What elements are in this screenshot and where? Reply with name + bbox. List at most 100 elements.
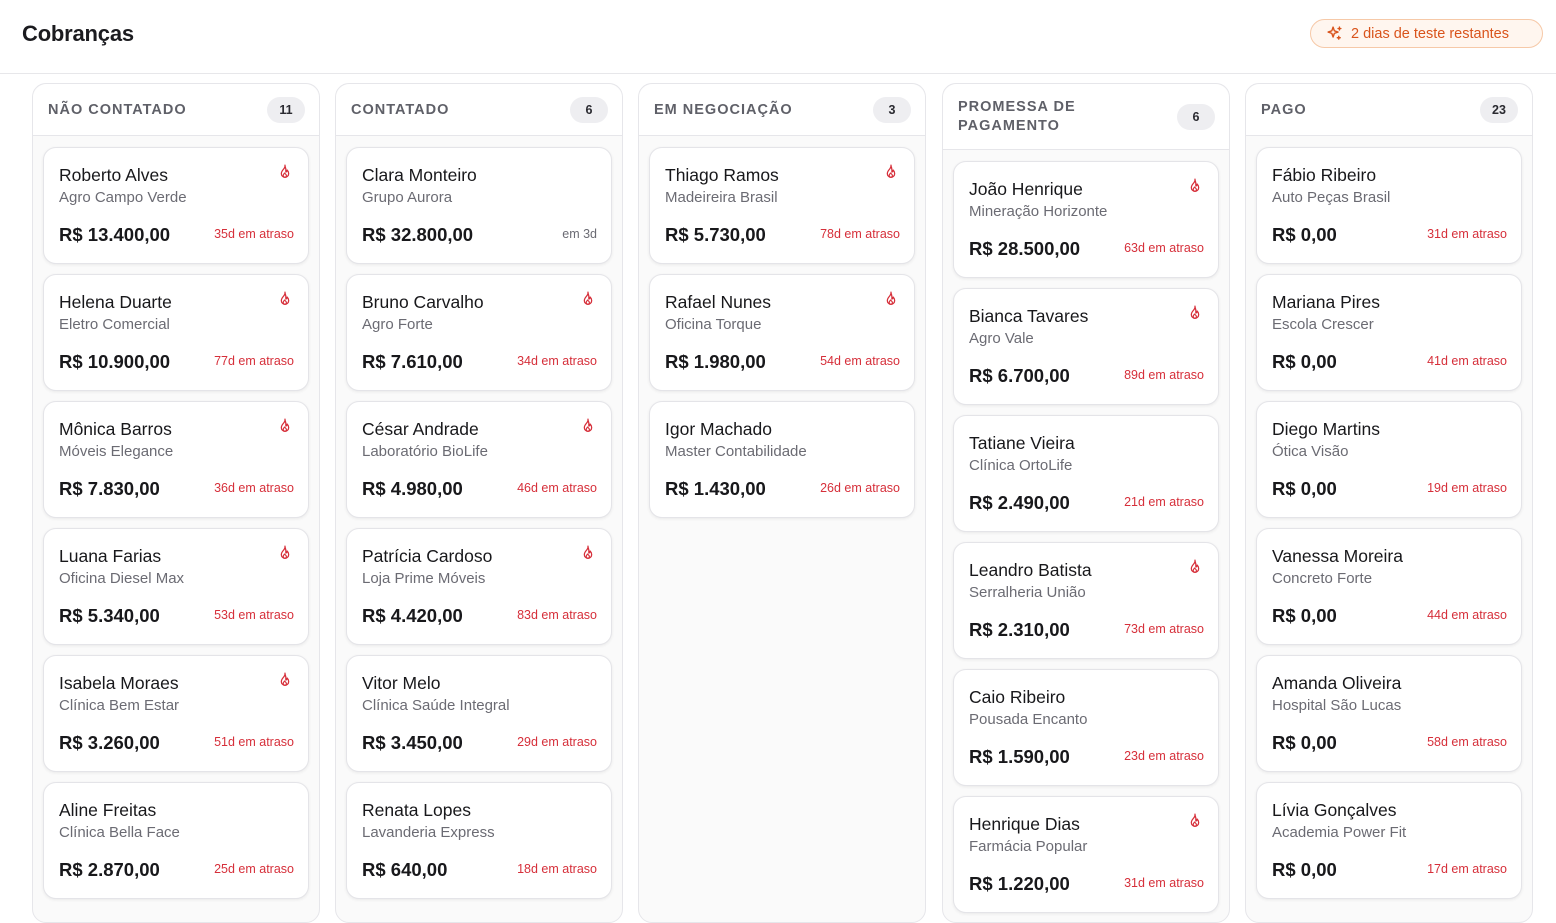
due-status: 35d em atraso	[214, 227, 294, 241]
amount-due: R$ 13.400,00	[59, 224, 171, 245]
company-name: Eletro Comercial	[59, 316, 170, 333]
amount-due: R$ 4.420,00	[362, 605, 463, 626]
company-name: Farmácia Popular	[969, 838, 1088, 855]
debt-card[interactable]: Rafael Nunes Oficina Torque R$ 1.980,00 54d…	[649, 274, 915, 391]
client-name: Fábio Ribeiro	[1272, 165, 1377, 185]
debt-card[interactable]: Helena Duarte Eletro Comercial R$ 10.900,0…	[43, 274, 309, 391]
debt-card[interactable]: Aline Freitas Clínica Bella Face R$ 2.870,…	[43, 782, 309, 899]
top-bar: Cobranças 2 dias de teste restantes	[0, 0, 1556, 74]
column-title: CONTATADO	[351, 102, 450, 118]
company-name: Clínica Bella Face	[59, 824, 180, 841]
debt-card[interactable]: Thiago Ramos Madeireira Brasil R$ 5.730,00…	[649, 147, 915, 264]
client-name: Henrique Dias	[969, 814, 1080, 834]
debt-card[interactable]: Leandro Batista Serralheria União R$ 2.310…	[953, 542, 1219, 659]
column-count-badge: 6	[1177, 104, 1215, 130]
due-status: 17d em atraso	[1427, 862, 1507, 876]
due-status: 53d em atraso	[214, 608, 294, 622]
company-name: Academia Power Fit	[1272, 824, 1407, 841]
client-name: Patrícia Cardoso	[362, 546, 493, 566]
debt-card[interactable]: Isabela Moraes Clínica Bem Estar R$ 3.260,…	[43, 655, 309, 772]
due-status: 23d em atraso	[1124, 749, 1204, 763]
due-status: 25d em atraso	[214, 862, 294, 876]
trial-badge[interactable]: 2 dias de teste restantes	[1310, 19, 1543, 48]
client-name: Vanessa Moreira	[1272, 546, 1403, 566]
debt-card[interactable]: Bruno Carvalho Agro Forte R$ 7.610,00 34d e…	[346, 274, 612, 391]
column-title: PAGO	[1261, 102, 1307, 118]
fire-icon	[280, 672, 290, 686]
debt-card[interactable]: Amanda Oliveira Hospital São Lucas R$ 0,00…	[1256, 655, 1522, 772]
debt-card[interactable]: Bianca Tavares Agro Vale R$ 6.700,00 89d em…	[953, 288, 1219, 405]
fire-icon	[280, 291, 290, 305]
column-count-badge: 23	[1480, 97, 1518, 123]
debt-card[interactable]: Clara Monteiro Grupo Aurora R$ 32.800,00 em…	[346, 147, 612, 264]
debt-card[interactable]: Caio Ribeiro Pousada Encanto R$ 1.590,00 23…	[953, 669, 1219, 786]
debt-card[interactable]: Mônica Barros Móveis Elegance R$ 7.830,00 3…	[43, 401, 309, 518]
column-header: PROMESSA DE PAGAMENTO 6	[943, 84, 1229, 150]
debt-card[interactable]: César Andrade Laboratório BioLife R$ 4.980…	[346, 401, 612, 518]
debt-card[interactable]: Mariana Pires Escola Crescer R$ 0,00 41d em…	[1256, 274, 1522, 391]
due-status: 34d em atraso	[517, 354, 597, 368]
client-name: Renata Lopes	[362, 800, 471, 820]
client-name: Thiago Ramos	[665, 165, 779, 185]
debt-card[interactable]: Patrícia Cardoso Loja Prime Móveis R$ 4.42…	[346, 528, 612, 645]
fire-icon	[886, 291, 896, 305]
debt-card[interactable]: Diego Martins Ótica Visão R$ 0,00 19d em at…	[1256, 401, 1522, 518]
client-name: Rafael Nunes	[665, 292, 772, 312]
client-name: Diego Martins	[1272, 419, 1380, 439]
client-name: Leandro Batista	[969, 560, 1092, 580]
company-name: Master Contabilidade	[665, 443, 807, 460]
client-name: Mônica Barros	[59, 419, 172, 439]
due-status: em 3d	[562, 227, 597, 241]
debt-card[interactable]: João Henrique Mineração Horizonte R$ 28.50…	[953, 161, 1219, 278]
company-name: Clínica Bem Estar	[59, 697, 180, 714]
debt-card[interactable]: Fábio Ribeiro Auto Peças Brasil R$ 0,00 31d…	[1256, 147, 1522, 264]
debt-card[interactable]: Luana Farias Oficina Diesel Max R$ 5.340,0…	[43, 528, 309, 645]
amount-due: R$ 1.980,00	[665, 351, 766, 372]
client-name: Caio Ribeiro	[969, 687, 1066, 707]
company-name: Móveis Elegance	[59, 443, 174, 460]
debt-card[interactable]: Vanessa Moreira Concreto Forte R$ 0,00 44d …	[1256, 528, 1522, 645]
fire-icon	[583, 545, 593, 559]
column-header: CONTATADO 6	[336, 84, 622, 136]
debt-card[interactable]: Roberto Alves Agro Campo Verde R$ 13.400,0…	[43, 147, 309, 264]
debt-card[interactable]: Renata Lopes Lavanderia Express R$ 640,00 1…	[346, 782, 612, 899]
fire-icon	[583, 291, 593, 305]
debt-card[interactable]: Tatiane Vieira Clínica OrtoLife R$ 2.490,0…	[953, 415, 1219, 532]
due-status: 46d em atraso	[517, 481, 597, 495]
client-name: Roberto Alves	[59, 165, 168, 185]
due-status: 78d em atraso	[820, 227, 900, 241]
debt-card[interactable]: Igor Machado Master Contabilidade R$ 1.430…	[649, 401, 915, 518]
amount-due: R$ 4.980,00	[362, 478, 463, 499]
due-status: 89d em atraso	[1124, 368, 1204, 382]
client-name: Vitor Melo	[362, 673, 441, 693]
due-status: 29d em atraso	[517, 735, 597, 749]
company-name: Auto Peças Brasil	[1272, 189, 1391, 206]
debt-card[interactable]: Vitor Melo Clínica Saúde Integral R$ 3.450…	[346, 655, 612, 772]
column-header: EM NEGOCIAÇÃO 3	[639, 84, 925, 136]
client-name: Mariana Pires	[1272, 292, 1380, 312]
due-status: 58d em atraso	[1427, 735, 1507, 749]
amount-due: R$ 0,00	[1272, 351, 1337, 372]
client-name: Bruno Carvalho	[362, 292, 484, 312]
client-name: Helena Duarte	[59, 292, 172, 312]
fire-icon	[1190, 178, 1200, 192]
fire-icon	[280, 545, 290, 559]
amount-due: R$ 0,00	[1272, 605, 1337, 626]
debt-card[interactable]: Lívia Gonçalves Academia Power Fit R$ 0,00…	[1256, 782, 1522, 899]
column-contatado: CONTATADO 6 Clara Monteiro Grupo Aurora R$…	[335, 83, 623, 923]
fire-icon	[583, 418, 593, 432]
amount-due: R$ 7.610,00	[362, 351, 463, 372]
company-name: Oficina Torque	[665, 316, 762, 333]
debt-card[interactable]: Henrique Dias Farmácia Popular R$ 1.220,00…	[953, 796, 1219, 913]
due-status: 36d em atraso	[214, 481, 294, 495]
due-status: 83d em atraso	[517, 608, 597, 622]
due-status: 73d em atraso	[1124, 622, 1204, 636]
client-name: Igor Machado	[665, 419, 773, 439]
column-title: NÃO CONTATADO	[48, 102, 187, 118]
card-list: Roberto Alves Agro Campo Verde R$ 13.400,0…	[43, 147, 309, 909]
card-list: Thiago Ramos Madeireira Brasil R$ 5.730,00…	[649, 147, 915, 528]
company-name: Ótica Visão	[1272, 443, 1349, 460]
amount-due: R$ 0,00	[1272, 732, 1337, 753]
amount-due: R$ 2.870,00	[59, 859, 160, 880]
company-name: Madeireira Brasil	[665, 189, 778, 206]
